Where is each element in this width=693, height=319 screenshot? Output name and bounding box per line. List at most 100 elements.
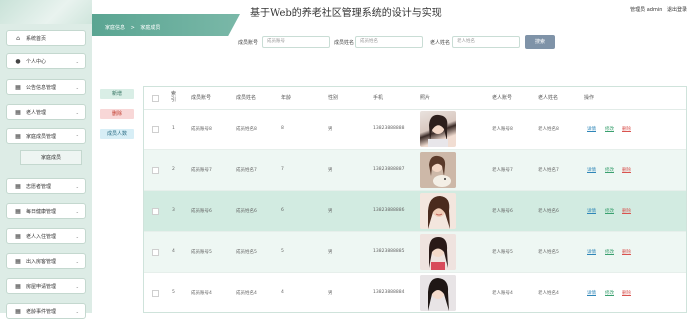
logout-link[interactable]: 退出登录 (667, 7, 687, 13)
cell-phone: 13823888885 (373, 249, 405, 254)
portrait-image (420, 152, 456, 188)
row-checkbox[interactable] (152, 249, 159, 256)
sidebar-item-label: 每日健康管理 (26, 208, 57, 215)
search-label-name: 成员姓名 (334, 40, 355, 46)
chevron-down-icon: ⌄ (75, 233, 79, 239)
sidebar-item-profile[interactable]: ● 个人中心 ⌄ (6, 53, 86, 69)
sidebar-item-housing[interactable]: ▦ 房屋申请管理 ⌄ (6, 278, 86, 294)
member-photo (420, 193, 456, 229)
grid-icon: ▦ (15, 132, 21, 140)
sidebar-item-health[interactable]: ▦ 每日健康管理 ⌄ (6, 203, 86, 219)
sidebar-item-notice[interactable]: ▦ 公告信息管理 ⌄ (6, 79, 86, 95)
delete-row-button[interactable]: 删除 (622, 290, 631, 296)
search-label-elder: 老人姓名 (430, 40, 451, 46)
select-all-checkbox[interactable] (152, 95, 159, 102)
grid-icon: ▦ (15, 257, 21, 265)
row-checkbox[interactable] (152, 167, 159, 174)
search-button[interactable]: 搜索 (525, 35, 555, 49)
cell-name: 成员姓名7 (236, 168, 257, 173)
edit-button[interactable]: 修改 (605, 208, 614, 214)
cell-elder-name: 老人姓名5 (538, 250, 559, 255)
portrait-image (428, 114, 448, 147)
home-icon: ⌂ (16, 34, 20, 42)
member-photo (420, 234, 456, 270)
sidebar-subitem-label: 家庭成员 (40, 155, 61, 161)
sidebar-item-family[interactable]: ▦ 家庭成员管理 ⌃ (6, 128, 86, 144)
cell-phone: 13823888887 (373, 167, 405, 172)
sidebar-decoration (0, 0, 92, 24)
cell-index: 5 (172, 290, 175, 295)
cell-name: 成员姓名8 (236, 127, 257, 132)
cell-gender: 男 (328, 127, 333, 132)
edit-button[interactable]: 修改 (605, 290, 614, 296)
cell-account: 成员账号4 (191, 291, 212, 296)
member-photo (420, 111, 456, 147)
search-input-name[interactable]: 成员姓名 (355, 36, 423, 48)
cell-account: 成员账号7 (191, 168, 212, 173)
cell-account: 成员账号6 (191, 209, 212, 214)
sidebar-item-visitor[interactable]: ▦ 出入房客管理 ⌄ (6, 253, 86, 269)
delete-row-button[interactable]: 删除 (622, 167, 631, 173)
edit-button[interactable]: 修改 (605, 167, 614, 173)
sidebar-item-checkin[interactable]: ▦ 老人入住管理 ⌄ (6, 228, 86, 244)
grid-icon: ▦ (15, 282, 21, 290)
sidebar-item-label: 志愿者管理 (26, 183, 52, 190)
member-count-button[interactable]: 成员人数 (100, 129, 134, 139)
column-header[interactable]: 老人账号 (492, 94, 512, 101)
detail-button[interactable]: 详情 (587, 167, 596, 173)
sidebar-item-label: 出入房客管理 (26, 258, 57, 265)
chevron-down-icon: ⌄ (75, 208, 79, 214)
sidebar-item-events[interactable]: ▦ 老龄事件管理 ⌄ (6, 303, 86, 319)
cell-elder-account: 老人账号8 (492, 127, 513, 132)
column-header[interactable]: 成员姓名 (236, 94, 256, 101)
sidebar-item-elder[interactable]: ▦ 老人管理 ⌄ (6, 104, 86, 120)
sidebar-subitem-family-member[interactable]: 家庭成员 (20, 150, 82, 165)
cell-age: 4 (281, 290, 284, 295)
delete-button[interactable]: 删除 (100, 109, 134, 119)
row-checkbox[interactable] (152, 126, 159, 133)
detail-button[interactable]: 详情 (587, 249, 596, 255)
search-input-elder[interactable]: 老人姓名 (452, 36, 520, 48)
chevron-down-icon: ⌄ (75, 58, 79, 64)
row-checkbox[interactable] (152, 290, 159, 297)
add-button[interactable]: 新增 (100, 89, 134, 99)
search-input-account[interactable]: 成员账号 (262, 36, 330, 48)
edit-button[interactable]: 修改 (605, 126, 614, 132)
column-header[interactable]: 年龄 (281, 94, 291, 101)
delete-row-button[interactable]: 删除 (622, 208, 631, 214)
edit-button[interactable]: 修改 (605, 249, 614, 255)
portrait-image (420, 234, 456, 270)
grid-icon: ▦ (15, 232, 21, 240)
cell-account: 成员账号8 (191, 127, 212, 132)
row-checkbox[interactable] (152, 208, 159, 215)
column-header[interactable]: 手机 (373, 94, 383, 101)
sidebar-item-volunteer[interactable]: ▦ 志愿者管理 ⌄ (6, 178, 86, 194)
cell-gender: 男 (328, 209, 333, 214)
breadcrumb-item[interactable]: 家庭信息 (105, 25, 125, 31)
cell-elder-name: 老人姓名6 (538, 209, 559, 214)
cell-gender: 男 (328, 250, 333, 255)
delete-row-button[interactable]: 删除 (622, 126, 631, 132)
sidebar: ⌂ 系统首页 ● 个人中心 ⌄ ▦ 公告信息管理 ⌄ ▦ 老人管理 ⌄ ▦ 家庭… (0, 0, 92, 319)
cell-phone: 13823888886 (373, 208, 405, 213)
breadcrumb-item: 家庭成员 (140, 25, 161, 31)
column-header[interactable]: 成员账号 (191, 94, 211, 101)
detail-button[interactable]: 详情 (587, 126, 596, 132)
sidebar-item-home[interactable]: ⌂ 系统首页 (6, 30, 86, 46)
column-header[interactable]: 性别 (328, 94, 338, 101)
detail-button[interactable]: 详情 (587, 290, 596, 296)
grid-icon: ▦ (15, 307, 21, 315)
detail-button[interactable]: 详情 (587, 208, 596, 214)
delete-row-button[interactable]: 删除 (622, 249, 631, 255)
column-header[interactable]: 老人姓名 (538, 94, 558, 101)
page-title: 基于Web的养老社区管理系统的设计与实现 (250, 8, 442, 19)
cell-index: 1 (172, 126, 175, 131)
search-label-account: 成员账号 (238, 40, 259, 46)
cell-gender: 男 (328, 291, 333, 296)
chevron-down-icon: ⌄ (75, 109, 79, 115)
cell-elder-account: 老人账号5 (492, 250, 513, 255)
cell-age: 5 (281, 249, 284, 254)
cell-account: 成员账号5 (191, 250, 212, 255)
column-header[interactable]: 照片 (420, 94, 430, 101)
sidebar-item-label: 家庭成员管理 (26, 133, 57, 140)
